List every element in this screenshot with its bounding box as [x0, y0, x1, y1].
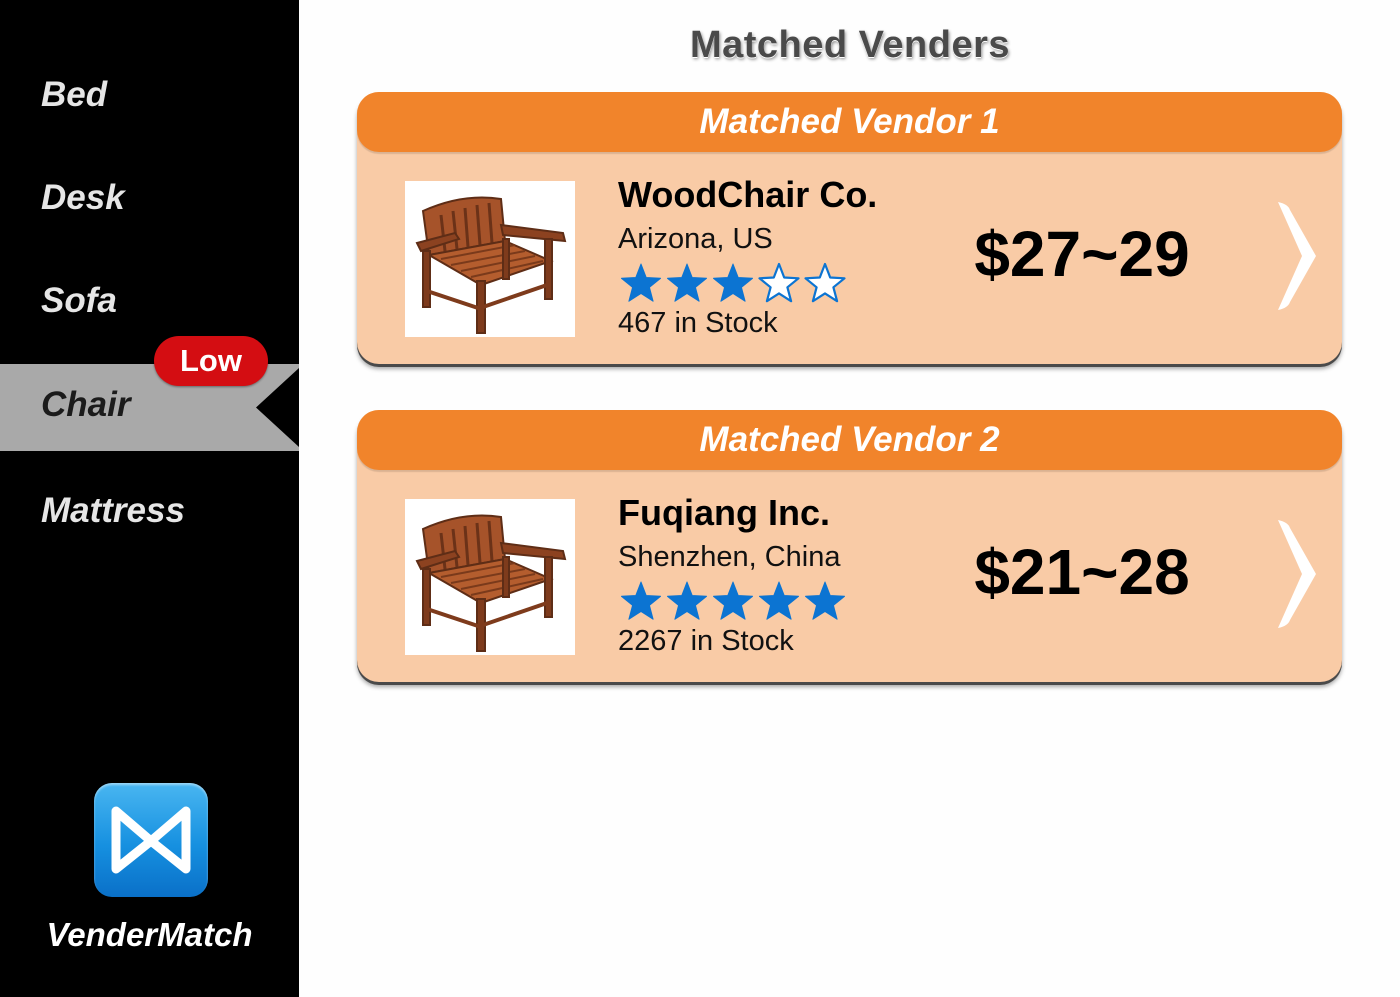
vendor-price: $27~29	[974, 218, 1190, 290]
vendermatch-logo-icon	[94, 783, 208, 897]
vendor-card-1[interactable]: Matched Vendor 1 WoodChair Co. Arizona, …	[357, 92, 1342, 364]
sidebar-item-label: Chair	[41, 385, 131, 424]
star-filled-icon	[759, 581, 799, 620]
vendor-stock: 2267 in Stock	[618, 625, 794, 657]
sidebar-item-mattress[interactable]: Mattress	[0, 481, 299, 541]
wooden-chair-image	[405, 499, 575, 655]
sidebar-item-bed[interactable]: Bed	[0, 65, 299, 125]
app-name: VenderMatch	[46, 916, 253, 953]
vendor-stock: 467 in Stock	[618, 307, 778, 339]
vendor-name: WoodChair Co.	[618, 174, 878, 215]
star-empty-icon	[804, 262, 846, 303]
star-filled-icon	[667, 263, 707, 302]
sidebar-item-label: Desk	[41, 178, 125, 217]
chevron-right-icon[interactable]	[1272, 514, 1322, 634]
rating-stars	[618, 262, 848, 304]
star-filled-icon	[621, 581, 661, 620]
sidebar: Bed Desk Sofa Chair Low Mattress VenderM…	[0, 0, 299, 997]
sidebar-item-label: Mattress	[41, 491, 185, 530]
vendor-card-header: Matched Vendor 1	[357, 92, 1342, 152]
wooden-chair-image	[405, 181, 575, 337]
vendor-card-2[interactable]: Matched Vendor 2 Fuqiang Inc. Shenzhen, …	[357, 410, 1342, 682]
vendor-name: Fuqiang Inc.	[618, 492, 830, 533]
sidebar-item-desk[interactable]: Desk	[0, 168, 299, 228]
star-filled-icon	[805, 581, 845, 620]
page-title: Matched Venders	[689, 24, 1011, 66]
low-stock-badge: Low	[154, 336, 268, 386]
vendor-location: Shenzhen, China	[618, 541, 841, 573]
vendor-price: $21~28	[974, 536, 1190, 608]
vendor-card-header: Matched Vendor 2	[357, 410, 1342, 470]
chevron-right-icon[interactable]	[1272, 196, 1322, 316]
rating-stars	[618, 580, 848, 622]
star-filled-icon	[713, 581, 753, 620]
sidebar-item-label: Bed	[41, 75, 108, 114]
star-filled-icon	[667, 581, 707, 620]
star-filled-icon	[621, 263, 661, 302]
vendor-location: Arizona, US	[618, 223, 773, 255]
star-empty-icon	[758, 262, 800, 303]
star-filled-icon	[713, 263, 753, 302]
sidebar-item-chair[interactable]: Chair	[0, 375, 299, 435]
sidebar-item-label: Sofa	[41, 281, 117, 320]
sidebar-item-sofa[interactable]: Sofa	[0, 271, 299, 331]
